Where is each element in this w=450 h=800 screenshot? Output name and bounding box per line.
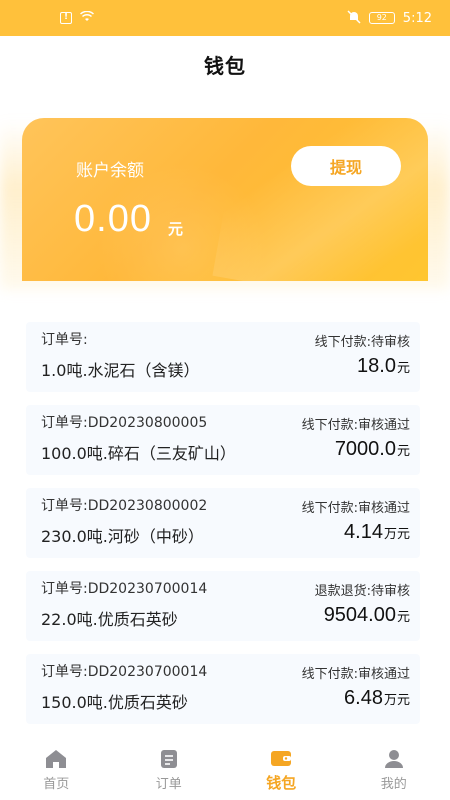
balance-label: 账户余额 <box>76 161 144 181</box>
order-number: 订单号:DD20230700014 <box>41 581 208 597</box>
order-amount: 6.48 万元 <box>344 687 410 710</box>
wifi-icon <box>79 10 95 25</box>
order-product: 230.0吨.河砂（中砂） <box>41 527 204 546</box>
profile-icon <box>383 748 405 770</box>
order-product: 150.0吨.优质石英砂 <box>41 693 188 712</box>
bell-muted-icon <box>347 9 361 27</box>
status-time: 5:12 <box>402 10 432 26</box>
order-number: 订单号:DD20230800002 <box>41 498 208 514</box>
order-amount: 9504.00 元 <box>324 604 410 627</box>
bottom-nav: 首页 订单 钱包 我的 <box>0 740 450 800</box>
order-amount-unit: 元 <box>396 361 410 376</box>
order-number: 订单号:DD20230800005 <box>41 415 208 431</box>
order-status: 线下付款:审核通过 <box>301 501 410 516</box>
nav-label: 首页 <box>43 777 70 792</box>
order-amount: 7000.0 元 <box>335 438 410 461</box>
order-product: 22.0吨.优质石英砂 <box>41 610 178 629</box>
withdraw-button[interactable]: 提现 <box>291 146 401 186</box>
balance-unit: 元 <box>168 220 184 238</box>
order-amount-value: 9504.00 <box>323 604 396 626</box>
order-card[interactable]: 订单号:DD20230800002 线下付款:审核通过 230.0吨.河砂（中砂… <box>26 488 420 558</box>
balance-card: 账户余额 0.00 元 提现 <box>22 118 428 281</box>
order-card[interactable]: 订单号:DD20230800005 线下付款:审核通过 100.0吨.碎石（三友… <box>26 405 420 475</box>
order-amount-unit: 元 <box>396 444 410 459</box>
order-amount: 4.14 万元 <box>344 521 410 544</box>
nav-label: 钱包 <box>266 774 297 792</box>
order-product: 1.0吨.水泥石（含镁） <box>41 361 200 380</box>
order-number: 订单号: <box>41 332 88 348</box>
home-icon <box>45 748 67 770</box>
order-amount-unit: 万元 <box>383 527 410 542</box>
order-number: 订单号:DD20230700014 <box>41 664 208 680</box>
order-card[interactable]: 订单号:DD20230700014 线下付款:审核通过 150.0吨.优质石英砂… <box>26 654 420 724</box>
nav-label: 订单 <box>155 777 182 792</box>
nav-item-profile[interactable]: 我的 <box>338 740 450 800</box>
nav-item-wallet[interactable]: 钱包 <box>225 740 338 800</box>
order-status: 线下付款:待审核 <box>314 335 410 350</box>
wallet-icon <box>270 747 292 769</box>
orders-icon <box>158 748 180 770</box>
order-amount-value: 4.14 <box>344 521 383 543</box>
order-card[interactable]: 订单号:DD20230700014 退款退货:待审核 22.0吨.优质石英砂 9… <box>26 571 420 641</box>
order-status: 线下付款:审核通过 <box>301 667 410 682</box>
nav-label: 我的 <box>380 777 407 792</box>
header: 钱包 <box>0 36 450 92</box>
status-bar: ! 92 5:12 <box>0 0 450 36</box>
alert-icon: ! <box>60 12 72 24</box>
status-right: 92 5:12 <box>347 9 432 27</box>
card-sheen <box>212 118 428 281</box>
order-amount-unit: 万元 <box>383 693 410 708</box>
order-amount-value: 6.48 <box>344 687 383 709</box>
order-status: 线下付款:审核通过 <box>301 418 410 433</box>
order-list: 订单号: 线下付款:待审核 1.0吨.水泥石（含镁） 18.0 元 订单号:DD… <box>26 322 420 737</box>
order-amount-value: 7000.0 <box>334 438 396 460</box>
order-card[interactable]: 订单号: 线下付款:待审核 1.0吨.水泥石（含镁） 18.0 元 <box>26 322 420 392</box>
order-product: 100.0吨.碎石（三友矿山） <box>41 444 236 463</box>
nav-item-orders[interactable]: 订单 <box>113 740 226 800</box>
page-title: 钱包 <box>204 53 246 78</box>
order-amount: 18.0 元 <box>357 355 410 378</box>
nav-item-home[interactable]: 首页 <box>0 740 113 800</box>
order-amount-value: 18.0 <box>357 355 396 377</box>
battery-icon: 92 <box>368 12 395 24</box>
order-amount-unit: 元 <box>396 610 410 625</box>
status-left: ! <box>60 10 95 25</box>
balance-amount: 0.00 <box>74 198 152 240</box>
order-status: 退款退货:待审核 <box>314 584 410 599</box>
